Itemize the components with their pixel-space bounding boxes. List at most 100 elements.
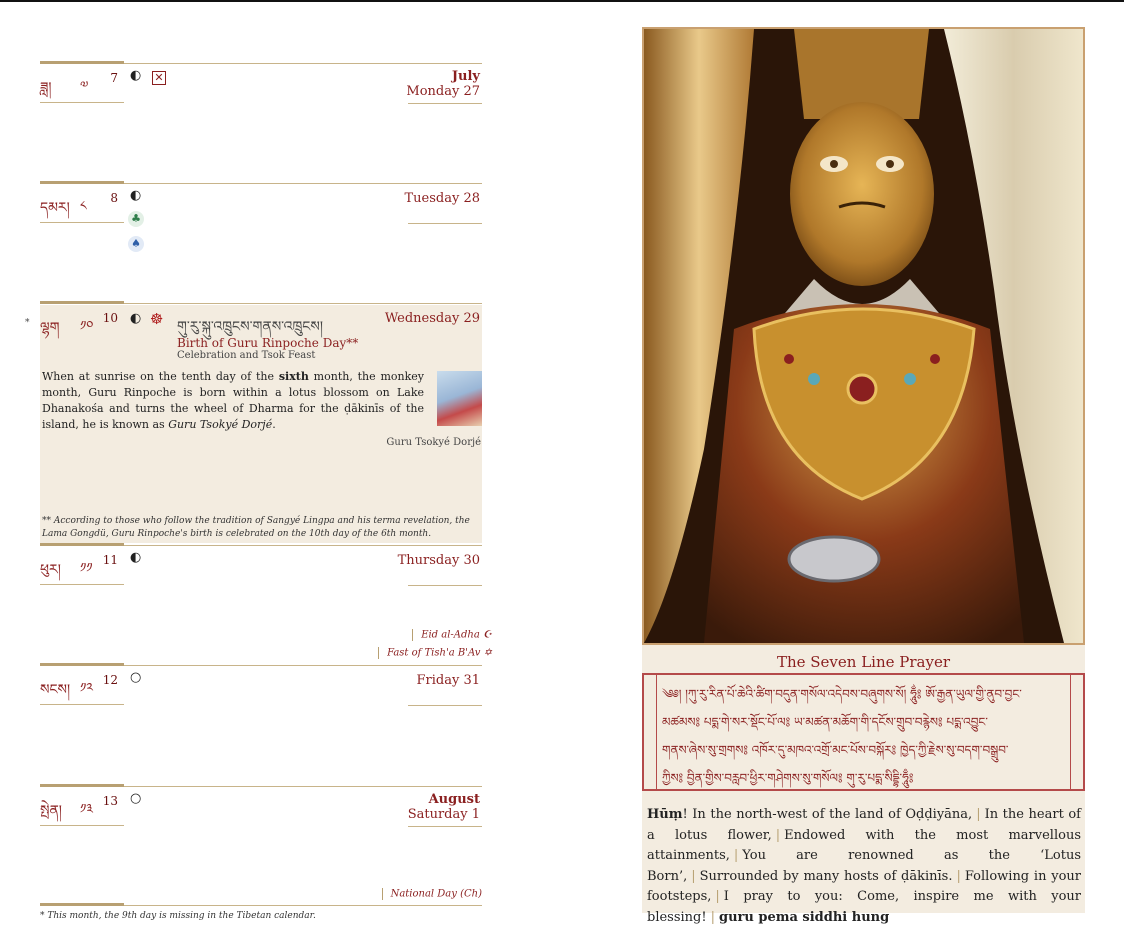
lunar-day-number: 7 bbox=[110, 71, 118, 85]
green-tara-icon: ♣ bbox=[128, 211, 144, 227]
tibetan-day-name: སངས། bbox=[40, 682, 71, 698]
moon-phase-icon: ◐ bbox=[130, 188, 142, 203]
holiday-note-national-day: National Day (Ch) bbox=[381, 888, 482, 900]
weekday-date: Saturday 1 bbox=[407, 807, 480, 822]
note-bar bbox=[381, 888, 383, 900]
prayer-line: ! In the north-west of the land of Oḍḍiy… bbox=[682, 807, 973, 822]
tibetan-day-name: ལྷག bbox=[40, 320, 60, 336]
tibetan-day-number: ༡༢ bbox=[80, 681, 94, 696]
seven-line-prayer-panel: The Seven Line Prayer ༄༅། །ཀུ་རུ་རིན་པོ་… bbox=[642, 645, 1085, 925]
event-description: When at sunrise on the tenth day of the … bbox=[42, 369, 424, 433]
tibetan-prayer-line: ཀྱིས༔ བྱིན་གྱིས་བརླབ་ཕྱིར་གཤེགས་སུ་གསོལ༔… bbox=[662, 771, 914, 785]
day-row-tuesday-28: དམར། ༨ 8 ◐ ♣ ♠ Tuesday 28 bbox=[40, 181, 482, 303]
tibetan-day-name: ཕུར། bbox=[40, 562, 61, 578]
holiday-note-eid: Eid al-Adha ☪ bbox=[412, 629, 492, 641]
line-separator: | bbox=[715, 889, 720, 904]
tibetan-day-name: སྤེན། bbox=[40, 803, 62, 819]
tibetan-date-block: ལྷག ༡༠ 10 bbox=[40, 303, 124, 343]
note-bar bbox=[378, 647, 380, 659]
note-bar bbox=[412, 629, 414, 641]
event-title: Birth of Guru Rinpoche Day** bbox=[177, 336, 359, 350]
tibetan-date-block: དམར། ༨ 8 bbox=[40, 183, 124, 223]
date-underline bbox=[408, 223, 482, 224]
holiday-note-tisha: Fast of Tish'a B'Av ✡ bbox=[378, 647, 492, 659]
description-text: . bbox=[272, 418, 276, 431]
lunar-day-number: 11 bbox=[102, 553, 118, 567]
prayer-title: The Seven Line Prayer bbox=[776, 653, 951, 671]
weekday-date: Tuesday 28 bbox=[404, 191, 481, 206]
top-rule bbox=[0, 0, 1124, 2]
date-label: Friday 31 bbox=[417, 673, 480, 688]
description-italic: Guru Tsokyé Dorjé bbox=[168, 418, 273, 431]
tibetan-date-block: སྤེན། ༡༣ 13 bbox=[40, 786, 124, 826]
tibetan-day-number: ༡༡ bbox=[80, 561, 93, 576]
x-box-icon: ✕ bbox=[152, 71, 166, 85]
line-separator: | bbox=[775, 827, 781, 843]
tibetan-day-number: ༨ bbox=[80, 199, 87, 214]
tibetan-prayer-frame: ༄༅། །ཀུ་རུ་རིན་པོ་ཆེའི་ཚིག་བདུན་གསོལ་འདེ… bbox=[642, 673, 1085, 791]
date-label: August Saturday 1 bbox=[408, 792, 480, 822]
tibetan-date-block: ཕུར། ༡༡ 11 bbox=[40, 545, 124, 585]
day-row-saturday-1: སྤེན། ༡༣ 13 ○ August Saturday 1 bbox=[40, 784, 482, 904]
medicine-buddha-icon: ♠ bbox=[128, 236, 144, 252]
tibetan-day-number: ༡༠ bbox=[80, 319, 94, 334]
date-label: July Monday 27 bbox=[406, 69, 480, 99]
statue-face bbox=[790, 102, 934, 286]
note-text: Eid al-Adha bbox=[421, 629, 480, 641]
date-label: Tuesday 28 bbox=[405, 191, 481, 206]
statue-illustration bbox=[644, 29, 1083, 643]
description-bold: sixth bbox=[278, 370, 309, 383]
tibetan-date-block: ཟླ། ༧ 7 bbox=[40, 63, 124, 103]
month-label: July bbox=[451, 69, 480, 84]
date-underline bbox=[408, 585, 482, 586]
lunar-day-number: 8 bbox=[110, 191, 118, 205]
line-separator: | bbox=[956, 868, 961, 884]
frame-inner-right bbox=[1070, 675, 1071, 789]
tibetan-day-name: དམར། bbox=[40, 200, 70, 216]
note-text: National Day (Ch) bbox=[390, 888, 482, 900]
weekday-date: Friday 31 bbox=[416, 673, 480, 688]
frame-inner-left bbox=[656, 675, 657, 789]
dharma-wheel-icon: ☸ bbox=[150, 310, 164, 328]
day-row-friday-31: སངས། ༡༢ 12 ○ Friday 31 bbox=[40, 663, 482, 785]
day-row-monday-27: ཟླ། ༧ 7 ◐ ✕ July Monday 27 bbox=[40, 61, 482, 183]
date-label: Wednesday 29 bbox=[385, 311, 480, 326]
moon-phase-icon: ○ bbox=[130, 670, 142, 685]
lunar-day-number: 10 bbox=[102, 311, 118, 325]
date-underline bbox=[408, 103, 482, 104]
moon-phase-icon: ◐ bbox=[130, 311, 142, 326]
date-underline bbox=[408, 826, 482, 827]
missing-day-marker: * bbox=[25, 318, 30, 328]
guru-rinpoche-statue-photo bbox=[642, 27, 1085, 645]
lunar-day-number: 12 bbox=[102, 673, 118, 687]
tibetan-day-number: ༡༣ bbox=[80, 802, 94, 817]
month-label: August bbox=[428, 792, 480, 807]
star-of-david-icon: ✡ bbox=[483, 647, 492, 659]
guru-tsokye-dorje-image bbox=[437, 371, 482, 426]
line-separator: | bbox=[733, 848, 739, 863]
date-label: Thursday 30 bbox=[398, 553, 480, 568]
event-subtitle: Celebration and Tsok Feast bbox=[177, 350, 316, 361]
tibetan-date-block: སངས། ༡༢ 12 bbox=[40, 665, 124, 705]
moon-phase-icon: ◐ bbox=[130, 68, 142, 83]
line-separator: | bbox=[710, 909, 715, 925]
weekday-date: Monday 27 bbox=[406, 84, 480, 99]
image-caption: Guru Tsokyé Dorjé bbox=[386, 437, 481, 448]
page-footnote: * This month, the 9th day is missing in … bbox=[40, 911, 316, 921]
mantra: guru pema siddhi hung bbox=[718, 909, 890, 925]
weekday-date: Thursday 30 bbox=[397, 553, 480, 568]
crescent-icon: ☪ bbox=[483, 629, 492, 641]
skull-cup bbox=[787, 535, 881, 583]
event-footnote: ** According to those who follow the tra… bbox=[42, 516, 470, 539]
lunar-day-number: 13 bbox=[102, 794, 118, 808]
note-text: Fast of Tish'a B'Av bbox=[387, 647, 481, 659]
prayer-translation: Hūṃ! In the north-west of the land of Oḍ… bbox=[647, 805, 1081, 928]
tibetan-day-name: ཟླ། bbox=[40, 80, 52, 96]
line-separator: | bbox=[976, 807, 981, 822]
prayer-line: Surrounded by many hosts of ḍākinīs. bbox=[699, 868, 953, 884]
line-separator: | bbox=[691, 868, 696, 884]
moon-phase-icon: ○ bbox=[130, 791, 142, 806]
date-underline bbox=[408, 705, 482, 706]
moon-phase-icon: ◐ bbox=[130, 550, 142, 565]
hum-syllable: Hūṃ bbox=[647, 807, 683, 822]
